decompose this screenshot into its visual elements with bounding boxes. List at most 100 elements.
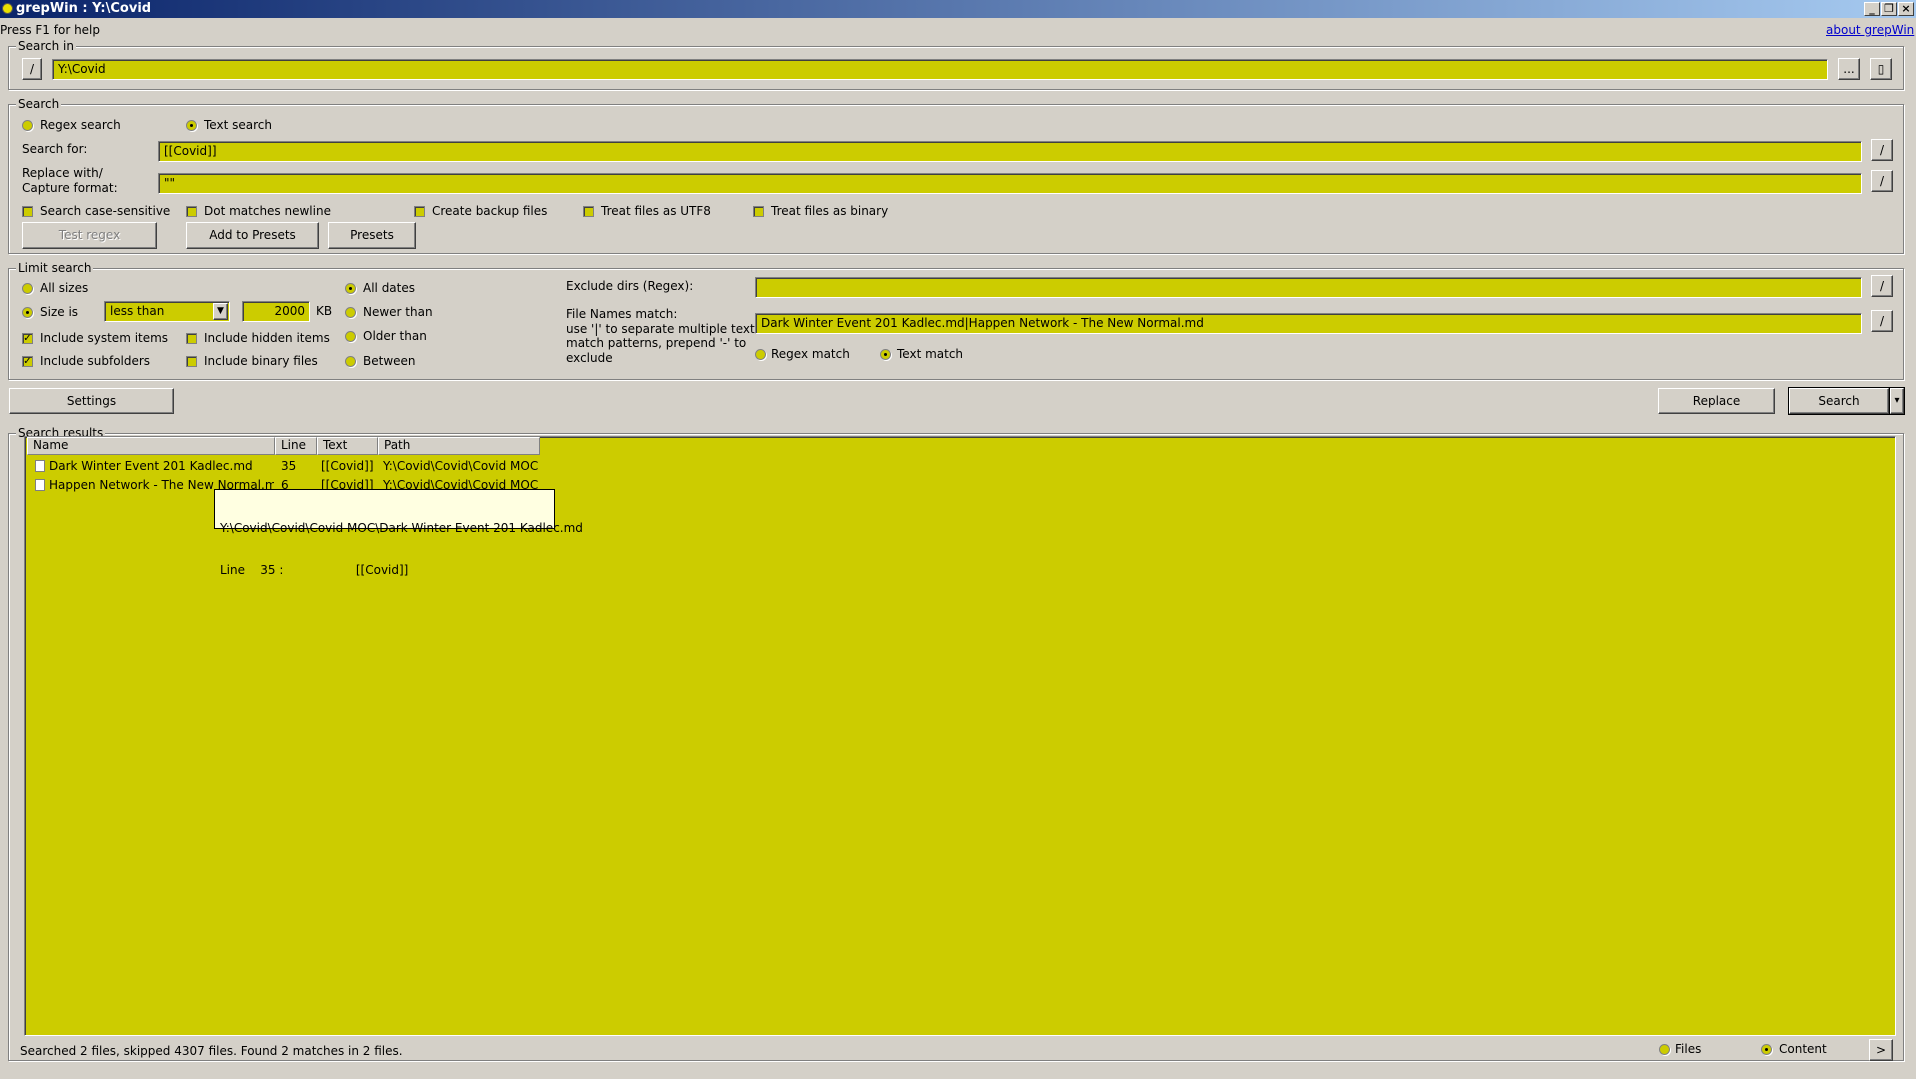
- include-binary-label: Include binary files: [204, 354, 318, 368]
- include-subfolders-checkbox[interactable]: ✓: [22, 356, 33, 367]
- browse-button[interactable]: ...: [1838, 58, 1860, 80]
- file-names-help-1: use '|' to separate multiple text: [566, 322, 755, 336]
- content-label: Content: [1779, 1042, 1827, 1056]
- older-than-radio[interactable]: [345, 331, 356, 342]
- file-names-help-2: match patterns, prepend '-' to: [566, 336, 747, 350]
- size-is-radio[interactable]: [22, 307, 33, 318]
- include-system-label: Include system items: [40, 331, 169, 345]
- add-presets-button[interactable]: Add to Presets: [186, 222, 319, 249]
- content-radio[interactable]: [1761, 1044, 1772, 1055]
- help-hint: Press F1 for help: [0, 23, 101, 37]
- size-is-label: Size is: [40, 305, 79, 319]
- search-for-label: Search for:: [22, 142, 88, 156]
- result-name: Dark Winter Event 201 Kadlec.md: [49, 459, 253, 473]
- all-dates-label: All dates: [363, 281, 416, 295]
- replace-input[interactable]: "": [158, 173, 1862, 194]
- between-radio[interactable]: [345, 356, 356, 367]
- file-names-slash-button[interactable]: /: [1871, 310, 1893, 332]
- regex-match-label: Regex match: [771, 347, 850, 361]
- table-row[interactable]: Dark Winter Event 201 Kadlec.md 35 [[Cov…: [27, 457, 547, 475]
- binary-label: Treat files as binary: [771, 204, 889, 218]
- open-folder-button[interactable]: ▯: [1870, 58, 1892, 80]
- search-dropdown-icon[interactable]: ▾: [1889, 387, 1905, 415]
- size-operator-value: less than: [110, 304, 165, 318]
- regex-search-radio[interactable]: [22, 120, 33, 131]
- include-hidden-checkbox[interactable]: [186, 333, 197, 344]
- utf8-checkbox[interactable]: [583, 206, 594, 217]
- backup-files-label: Create backup files: [432, 204, 548, 218]
- result-path: Y:\Covid\Covid\Covid MOC: [383, 459, 539, 473]
- between-label: Between: [363, 354, 416, 368]
- exclude-dirs-input[interactable]: [755, 277, 1862, 298]
- include-system-checkbox[interactable]: ✓: [22, 333, 33, 344]
- file-icon: [35, 479, 45, 491]
- all-sizes-label: All sizes: [40, 281, 89, 295]
- settings-button[interactable]: Settings: [9, 388, 174, 414]
- status-text: Searched 2 files, skipped 4307 files. Fo…: [20, 1044, 403, 1058]
- utf8-label: Treat files as UTF8: [601, 204, 711, 218]
- presets-button[interactable]: Presets: [328, 222, 416, 249]
- file-names-help-3: exclude: [566, 351, 613, 365]
- search-in-slash-button[interactable]: /: [22, 58, 42, 80]
- file-names-input[interactable]: Dark Winter Event 201 Kadlec.md|Happen N…: [755, 313, 1862, 334]
- size-operator-dropdown-icon[interactable]: ▼: [213, 303, 228, 320]
- about-link[interactable]: about grepWin: [1826, 23, 1914, 37]
- replace-with-label: Replace with/: [22, 166, 103, 180]
- all-sizes-radio[interactable]: [22, 283, 33, 294]
- capture-format-label: Capture format:: [22, 181, 118, 195]
- include-binary-checkbox[interactable]: [186, 356, 197, 367]
- column-header-path[interactable]: Path: [378, 437, 540, 455]
- case-sensitive-checkbox[interactable]: [22, 206, 33, 217]
- text-match-label: Text match: [897, 347, 964, 361]
- column-header-line[interactable]: Line: [275, 437, 317, 455]
- backup-files-checkbox[interactable]: [414, 206, 425, 217]
- exclude-dirs-slash-button[interactable]: /: [1871, 275, 1893, 297]
- dot-newline-checkbox[interactable]: [186, 206, 197, 217]
- search-button[interactable]: Search: [1788, 387, 1890, 415]
- search-in-label: Search in: [16, 39, 76, 53]
- text-match-radio[interactable]: [880, 349, 891, 360]
- file-icon: [35, 460, 45, 472]
- app-icon: [2, 3, 13, 14]
- newer-than-radio[interactable]: [345, 307, 356, 318]
- result-tooltip: Y:\Covid\Covid\Covid MOC\Dark Winter Eve…: [214, 489, 583, 577]
- size-value-input[interactable]: 2000: [242, 301, 310, 322]
- search-group-label: Search: [16, 97, 62, 111]
- minimize-button[interactable]: _: [1864, 2, 1880, 16]
- result-line: 35: [281, 459, 297, 473]
- next-button[interactable]: >: [1869, 1039, 1893, 1061]
- replace-slash-button[interactable]: /: [1871, 170, 1893, 192]
- search-for-slash-button[interactable]: /: [1871, 139, 1893, 161]
- file-names-label: File Names match:: [566, 307, 678, 321]
- test-regex-button[interactable]: Test regex: [22, 222, 157, 249]
- tooltip-path: Y:\Covid\Covid\Covid MOC\Dark Winter Eve…: [220, 521, 583, 535]
- close-button[interactable]: ×: [1898, 2, 1914, 16]
- search-path-input[interactable]: Y:\Covid: [52, 59, 1828, 80]
- case-sensitive-label: Search case-sensitive: [40, 204, 171, 218]
- restore-button[interactable]: ❐: [1881, 2, 1897, 16]
- column-header-name[interactable]: Name: [27, 437, 275, 455]
- dot-newline-label: Dot matches newline: [204, 204, 331, 218]
- size-unit-label: KB: [316, 304, 333, 318]
- limit-search-label: Limit search: [16, 261, 94, 275]
- files-label: Files: [1675, 1042, 1702, 1056]
- text-search-radio[interactable]: [186, 120, 197, 131]
- newer-than-label: Newer than: [363, 305, 433, 319]
- search-for-input[interactable]: [[Covid]]: [158, 141, 1862, 162]
- include-hidden-label: Include hidden items: [204, 331, 330, 345]
- text-search-label: Text search: [204, 118, 272, 132]
- title-bar[interactable]: grepWin : Y:\Covid: [0, 0, 1916, 18]
- regex-search-label: Regex search: [40, 118, 121, 132]
- replace-button[interactable]: Replace: [1658, 388, 1775, 414]
- window-title: grepWin : Y:\Covid: [16, 1, 152, 16]
- binary-checkbox[interactable]: [753, 206, 764, 217]
- regex-match-radio[interactable]: [755, 349, 766, 360]
- column-header-text[interactable]: Text: [317, 437, 378, 455]
- result-text: [[Covid]]: [321, 459, 374, 473]
- older-than-label: Older than: [363, 329, 427, 343]
- all-dates-radio[interactable]: [345, 283, 356, 294]
- files-radio[interactable]: [1659, 1044, 1670, 1055]
- size-operator-select[interactable]: less than: [104, 301, 230, 322]
- include-subfolders-label: Include subfolders: [40, 354, 151, 368]
- tooltip-line: Line 35 : [[Covid]]: [220, 563, 409, 577]
